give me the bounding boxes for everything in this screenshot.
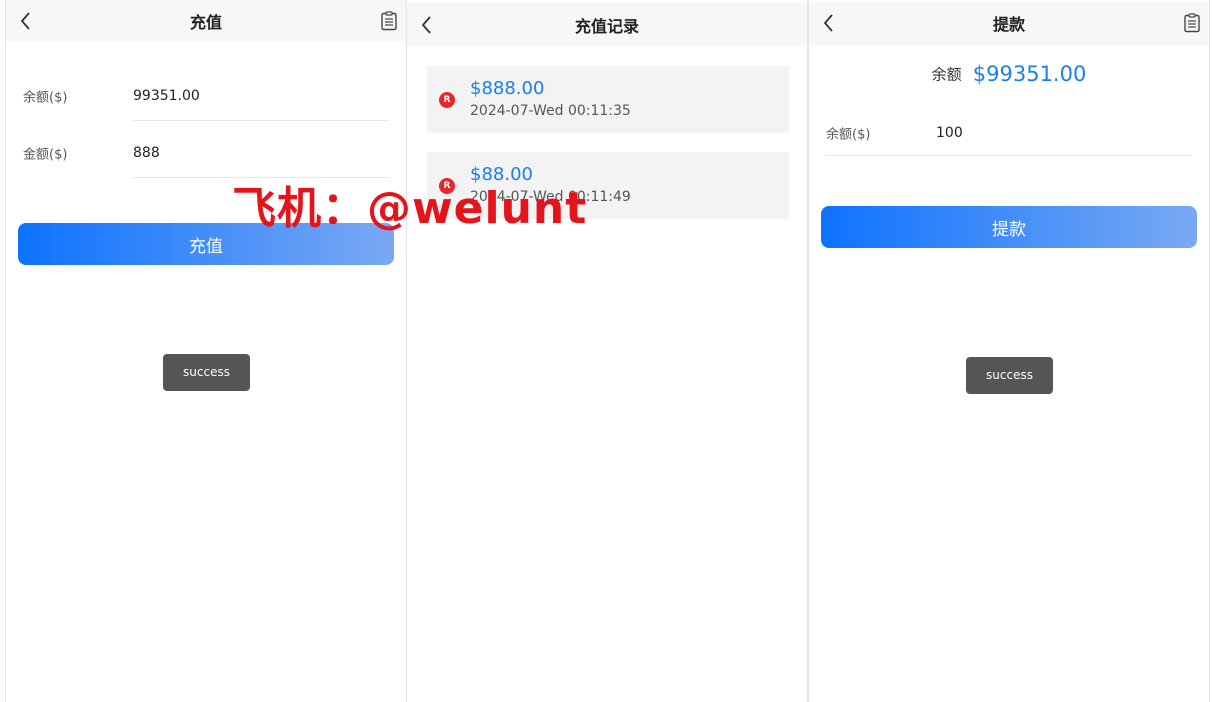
recharge-panel: 充值 余额($) 金额($) 充值 success <box>5 0 407 702</box>
withdraw-button[interactable]: 提款 <box>821 206 1197 248</box>
record-item[interactable]: R $88.00 2024-07-Wed 00:11:49 <box>427 152 789 219</box>
withdraw-amount-row: 余额($) <box>809 110 1209 156</box>
success-toast: success <box>966 357 1053 394</box>
balance-summary: 余额 $99351.00 <box>809 62 1209 86</box>
amount-row: 金额($) <box>6 128 406 178</box>
page-title: 充值 <box>189 13 222 32</box>
clipboard-icon[interactable] <box>1183 13 1201 33</box>
balance-label: 余额 <box>931 65 962 84</box>
balance-field[interactable] <box>133 71 389 121</box>
recharge-navbar: 充值 <box>6 0 406 42</box>
record-badge: R <box>439 92 455 108</box>
clipboard-icon[interactable] <box>380 11 398 31</box>
record-time: 2024-07-Wed 00:11:35 <box>470 103 631 119</box>
amount-field[interactable] <box>133 128 389 178</box>
records-panel: 充值记录 R $888.00 2024-07-Wed 00:11:35 R $8… <box>406 0 808 702</box>
amount-label: 金额($) <box>23 147 68 163</box>
balance-value: $99351.00 <box>972 62 1087 86</box>
withdraw-navbar: 提款 <box>809 1 1209 45</box>
recharge-button[interactable]: 充值 <box>18 223 394 265</box>
record-amount: $88.00 <box>470 164 533 185</box>
record-time: 2024-07-Wed 00:11:49 <box>470 189 631 205</box>
withdraw-panel: 提款 余额 $99351.00 余额($) 提款 success <box>808 0 1210 702</box>
balance-row: 余额($) <box>6 71 406 121</box>
record-amount: $888.00 <box>470 78 545 99</box>
balance-label: 余额($) <box>23 90 68 106</box>
record-item[interactable]: R $888.00 2024-07-Wed 00:11:35 <box>427 66 789 133</box>
page-title: 充值记录 <box>574 17 639 36</box>
success-toast: success <box>163 354 250 391</box>
page-title: 提款 <box>992 15 1025 34</box>
amount-field[interactable] <box>826 110 1192 156</box>
record-badge: R <box>439 178 455 194</box>
records-navbar: 充值记录 <box>407 3 807 47</box>
